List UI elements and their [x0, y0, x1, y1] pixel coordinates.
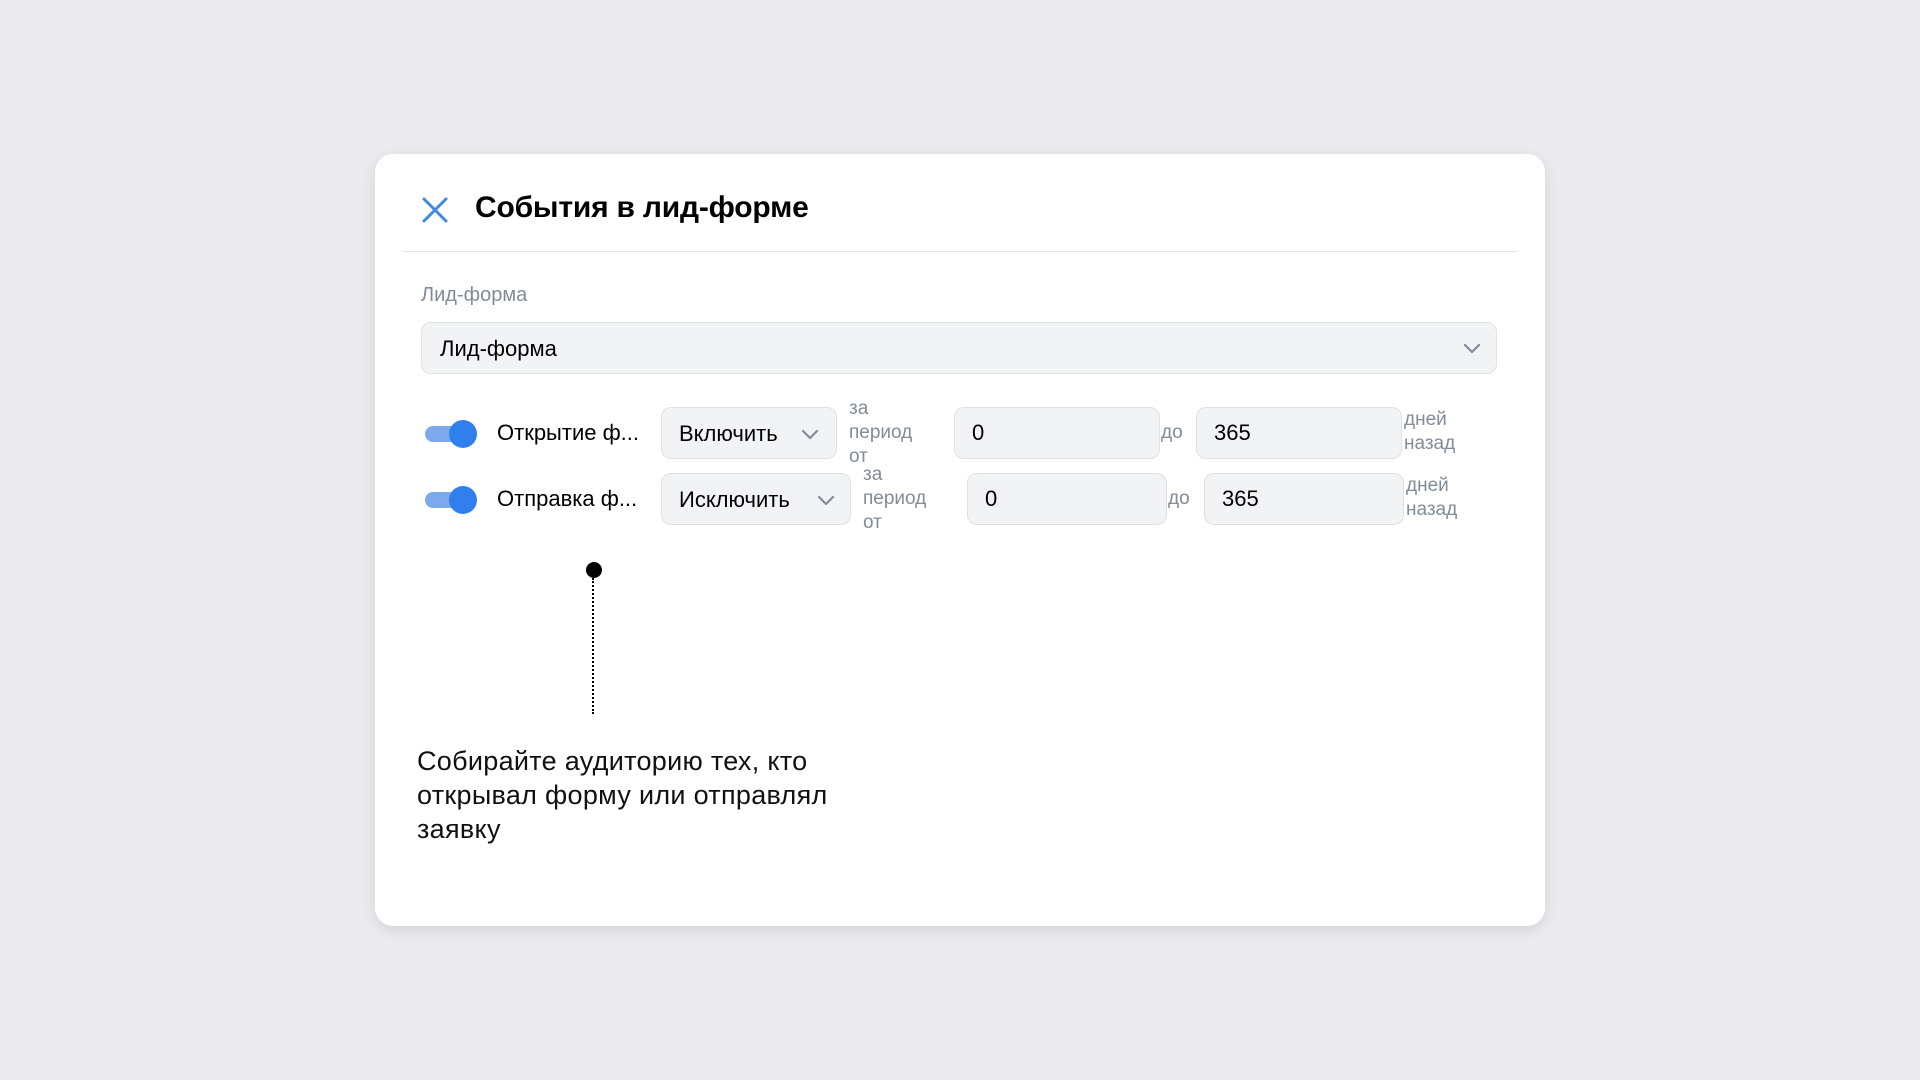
period-to-label: до — [1168, 488, 1190, 509]
toggle-knob — [449, 486, 477, 514]
chevron-down-icon — [1463, 343, 1481, 354]
period-from-input[interactable] — [967, 473, 1167, 525]
event-row-submit: Отправка ф... Исключить за период от до … — [421, 464, 1501, 533]
period-to-input[interactable] — [1204, 473, 1404, 525]
annotation-dotted-line — [592, 578, 594, 714]
chevron-down-icon — [817, 495, 835, 506]
lead-form-label: Лид-форма — [421, 284, 528, 306]
annotation-dot — [586, 562, 602, 578]
chevron-down-icon — [801, 429, 819, 440]
event-mode-value: Включить — [679, 421, 778, 446]
period-from-label: за период от — [863, 464, 927, 533]
event-name-submit: Отправка ф... — [497, 486, 638, 511]
modal-header: События в лид-форме — [375, 154, 1545, 252]
lead-form-select-value: Лид-форма — [440, 336, 557, 361]
event-mode-select-open[interactable]: Включить — [661, 407, 837, 459]
event-mode-select-submit[interactable]: Исключить — [661, 473, 851, 525]
modal-title: События в лид-форме — [475, 191, 809, 224]
period-from-input[interactable] — [954, 407, 1160, 459]
annotation-caption: Собирайте аудиторию тех, кто открывал фо… — [417, 746, 828, 844]
event-row-open: Открытие ф... Включить за период от до д… — [421, 398, 1501, 467]
event-mode-value: Исключить — [679, 487, 790, 512]
period-to-input[interactable] — [1196, 407, 1402, 459]
lead-form-select[interactable]: Лид-форма — [421, 322, 1497, 374]
days-ago-label: дней назад — [1406, 475, 1458, 520]
event-toggle-open[interactable] — [425, 419, 477, 448]
close-icon — [422, 197, 448, 223]
days-ago-label: дней назад — [1404, 409, 1456, 454]
header-divider — [403, 251, 1517, 252]
event-toggle-submit[interactable] — [425, 485, 477, 514]
close-button[interactable] — [415, 190, 455, 230]
period-from-label: за период от — [849, 398, 913, 467]
toggle-knob — [449, 420, 477, 448]
event-name-open: Открытие ф... — [497, 420, 640, 445]
period-to-label: до — [1161, 422, 1183, 443]
